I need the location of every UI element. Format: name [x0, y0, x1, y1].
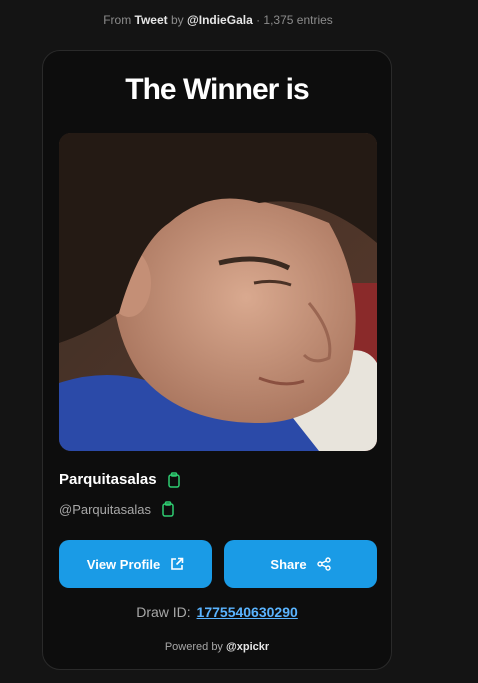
from-label: From: [103, 13, 132, 27]
by-label: by: [171, 13, 184, 27]
winner-card: The Winner is Parquitasalas @Parquitasal…: [42, 50, 392, 670]
copy-name-clipboard-icon[interactable]: [167, 471, 181, 488]
powered-brand-link[interactable]: @xpickr: [226, 641, 269, 653]
winner-handle: @Parquitasalas: [59, 501, 151, 517]
winner-name: Parquitasalas: [59, 471, 157, 488]
powered-by: Powered by @xpickr: [43, 641, 391, 653]
share-button[interactable]: Share: [224, 540, 377, 588]
draw-id-row: Draw ID: 1775540630290: [43, 604, 391, 620]
view-profile-label: View Profile: [86, 556, 161, 572]
winner-name-row: Parquitasalas: [59, 471, 181, 488]
copy-handle-clipboard-icon[interactable]: [161, 501, 175, 517]
powered-label: Powered by: [164, 641, 223, 653]
view-profile-button[interactable]: View Profile: [59, 540, 212, 588]
winner-handle-row: @Parquitasalas: [59, 501, 175, 517]
share-icon: [316, 557, 331, 571]
source-account: @IndieGala: [187, 13, 253, 27]
winner-title: The Winner is: [125, 73, 309, 106]
draw-id-link[interactable]: 1775540630290: [197, 604, 298, 620]
source-type: Tweet: [134, 13, 168, 27]
winner-avatar: [59, 133, 377, 451]
entry-source-meta: From Tweet by @IndieGala · 1,375 entries: [0, 13, 436, 27]
share-label: Share: [270, 556, 307, 572]
entries-count: · 1,375 entries: [256, 13, 333, 27]
external-link-icon: [170, 557, 184, 571]
draw-id-label: Draw ID:: [136, 604, 191, 620]
